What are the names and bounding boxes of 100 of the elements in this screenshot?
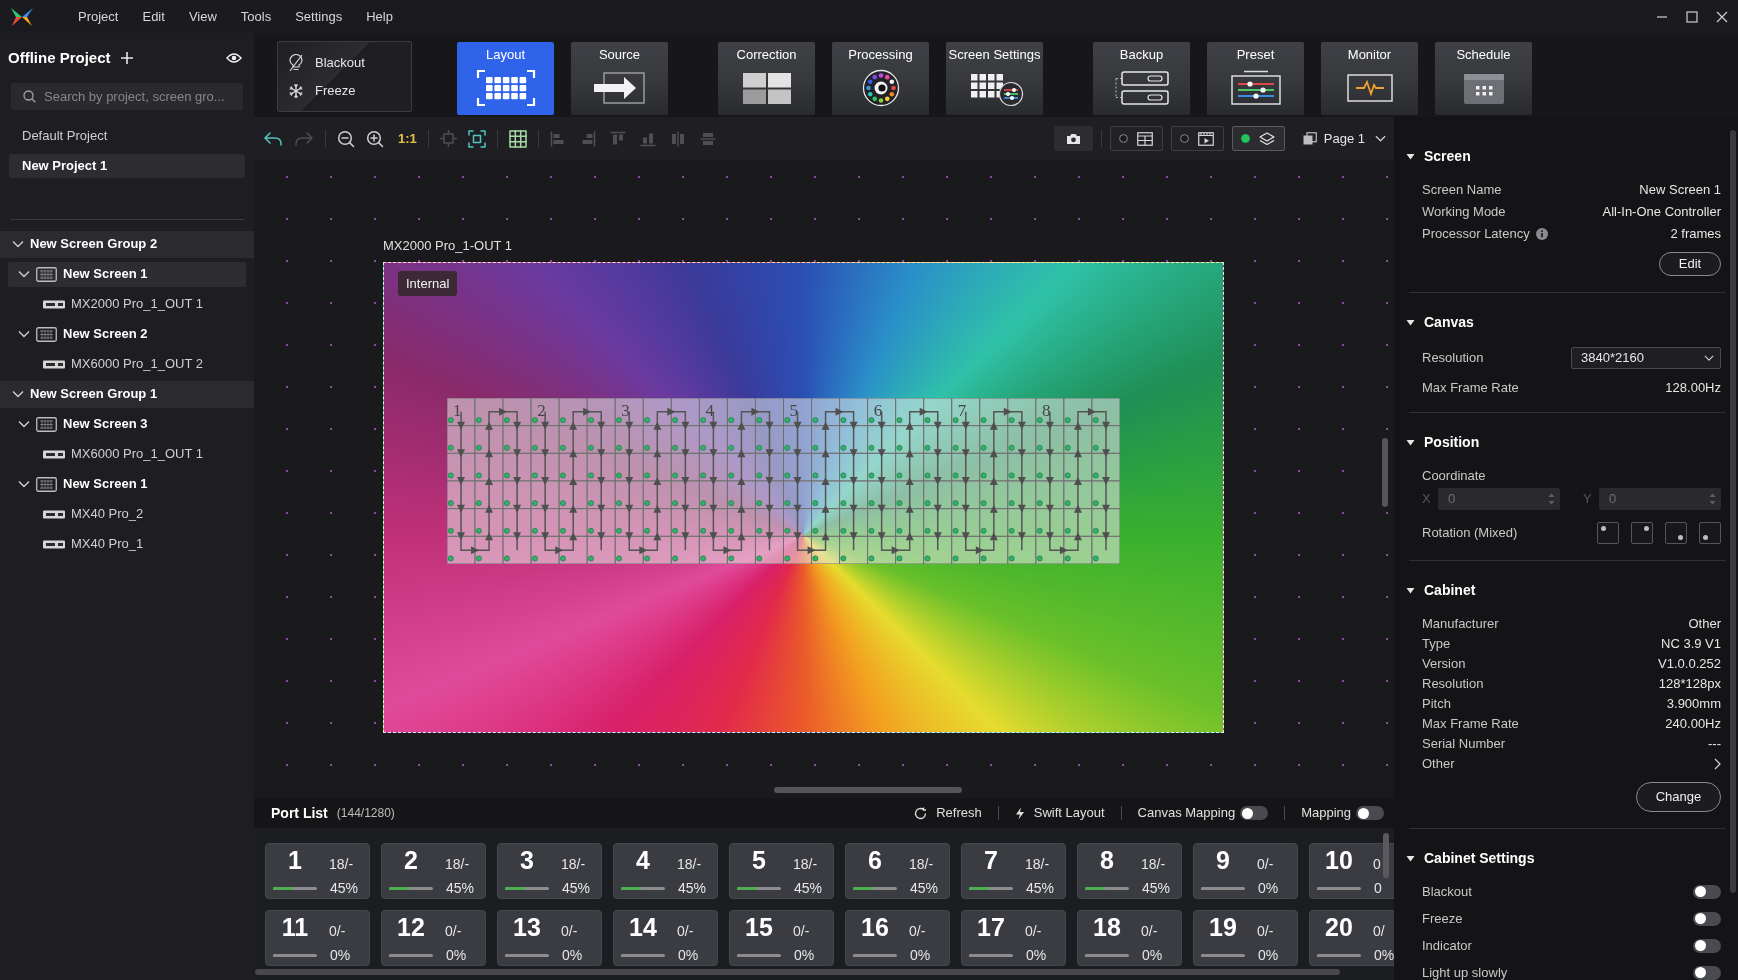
- toggle-switch[interactable]: [1356, 806, 1384, 820]
- module-tab[interactable]: Backup: [1093, 42, 1190, 115]
- maximize-icon[interactable]: [1686, 10, 1698, 23]
- module-tab[interactable]: Source: [571, 42, 668, 115]
- tree-group-item[interactable]: New Screen Group 1: [0, 380, 254, 408]
- actual-size-button[interactable]: 1:1: [398, 128, 417, 149]
- caret-icon[interactable]: [1406, 585, 1415, 595]
- tree-item[interactable]: MX40 Pro_2: [8, 501, 246, 527]
- chevron-down-icon[interactable]: [18, 328, 30, 340]
- toggle-switch[interactable]: [1693, 938, 1721, 953]
- menu-item[interactable]: Edit: [142, 6, 165, 27]
- rotation-option[interactable]: [1597, 522, 1619, 544]
- module-tab[interactable]: Processing: [832, 42, 929, 115]
- toggle-switch[interactable]: [1240, 806, 1269, 820]
- menu-item[interactable]: View: [188, 6, 217, 27]
- port-card[interactable]: 16 0/- 0%: [845, 910, 950, 966]
- menu-item[interactable]: Settings: [295, 6, 343, 27]
- quick-action-button[interactable]: Freeze: [288, 81, 411, 100]
- tree-item[interactable]: New Screen 1: [8, 261, 246, 287]
- module-tab[interactable]: Layout: [457, 42, 554, 115]
- module-tab[interactable]: Monitor: [1321, 42, 1418, 115]
- port-card[interactable]: 9 0/- 0%: [1193, 843, 1298, 899]
- port-card[interactable]: 14 0/- 0%: [613, 910, 718, 966]
- tree-item[interactable]: MX6000 Pro_1_OUT 2: [8, 351, 246, 377]
- port-card[interactable]: 3 18/- 45%: [497, 843, 602, 899]
- scrollbar-thumb[interactable]: [774, 787, 962, 793]
- project-item[interactable]: Default Project: [9, 124, 245, 148]
- zoom-out-icon[interactable]: [337, 129, 355, 148]
- project-item[interactable]: New Project 1: [9, 154, 245, 178]
- tree-item[interactable]: MX2000 Pro_1_OUT 1: [8, 291, 246, 317]
- toolbar-button[interactable]: Swift Layout: [1014, 803, 1105, 823]
- caret-icon[interactable]: [1406, 437, 1415, 447]
- rotation-option[interactable]: [1699, 522, 1721, 544]
- search-field[interactable]: Search by project, screen gro...: [11, 83, 243, 110]
- section-title: Screen: [1424, 146, 1471, 166]
- undo-icon[interactable]: [263, 130, 283, 147]
- camera-button[interactable]: [1053, 126, 1093, 151]
- scrollbar-thumb[interactable]: [1730, 130, 1736, 893]
- port-card[interactable]: 6 18/- 45%: [845, 843, 950, 899]
- port-card[interactable]: 8 18/- 45%: [1077, 843, 1182, 899]
- module-tab[interactable]: Screen Settings: [946, 42, 1043, 115]
- chevron-down-icon[interactable]: [12, 388, 24, 400]
- close-icon[interactable]: [1716, 10, 1728, 23]
- port-card[interactable]: 1 18/- 45%: [265, 843, 370, 899]
- scrollbar-thumb[interactable]: [255, 969, 1340, 975]
- port-card[interactable]: 17 0/- 0%: [961, 910, 1066, 966]
- tree-group-item[interactable]: New Screen Group 2: [0, 230, 254, 258]
- rotation-option[interactable]: [1631, 522, 1653, 544]
- rotation-option[interactable]: [1665, 522, 1687, 544]
- toggle-switch[interactable]: [1693, 965, 1721, 980]
- scrollbar-thumb[interactable]: [1383, 833, 1389, 878]
- port-card[interactable]: 11 0/- 0%: [265, 910, 370, 966]
- switch-label: Mapping: [1301, 804, 1351, 823]
- resolution-dropdown[interactable]: 3840*2160: [1571, 347, 1721, 369]
- zoom-in-icon[interactable]: [366, 129, 384, 148]
- menu-item[interactable]: Help: [366, 6, 393, 27]
- grid-icon[interactable]: [508, 129, 527, 148]
- view-toggle[interactable]: [1109, 126, 1163, 151]
- port-card[interactable]: 18 0/- 0%: [1077, 910, 1182, 966]
- port-card[interactable]: 10 0 0: [1309, 843, 1394, 899]
- chevron-down-icon[interactable]: [18, 478, 30, 490]
- chevron-down-icon[interactable]: [18, 418, 30, 430]
- plus-icon[interactable]: [119, 51, 134, 65]
- tree-item[interactable]: New Screen 1: [8, 471, 246, 497]
- view-toggle[interactable]: [1231, 126, 1285, 151]
- page-selector[interactable]: Page 1: [1302, 128, 1386, 149]
- caret-icon[interactable]: [1406, 317, 1415, 327]
- quick-action-button[interactable]: Blackout: [288, 53, 411, 72]
- port-card[interactable]: 13 0/- 0%: [497, 910, 602, 966]
- eye-icon[interactable]: [226, 52, 242, 64]
- port-card[interactable]: 20 0/ 0%: [1309, 910, 1394, 966]
- caret-icon[interactable]: [1406, 853, 1415, 863]
- menu-item[interactable]: Project: [78, 6, 119, 27]
- port-card[interactable]: 4 18/- 45%: [613, 843, 718, 899]
- tree-item[interactable]: New Screen 3: [8, 411, 246, 437]
- port-card[interactable]: 5 18/- 45%: [729, 843, 834, 899]
- module-tab[interactable]: Preset: [1207, 42, 1304, 115]
- view-toggle[interactable]: [1170, 126, 1224, 151]
- chevron-down-icon[interactable]: [18, 268, 30, 280]
- caret-icon[interactable]: [1406, 151, 1415, 161]
- tree-item[interactable]: MX6000 Pro_1_OUT 1: [8, 441, 246, 467]
- port-card[interactable]: 15 0/- 0%: [729, 910, 834, 966]
- scrollbar-thumb[interactable]: [1382, 438, 1388, 507]
- menu-item[interactable]: Tools: [240, 6, 272, 27]
- frame-icon[interactable]: [467, 129, 486, 148]
- toggle-switch[interactable]: [1693, 911, 1721, 926]
- cabinet-count: 18/-: [677, 856, 702, 872]
- module-tab[interactable]: Correction: [718, 42, 815, 115]
- chevron-down-icon[interactable]: [12, 238, 24, 250]
- tree-item[interactable]: MX40 Pro_1: [8, 531, 246, 557]
- toggle-switch[interactable]: [1693, 884, 1721, 899]
- tree-item[interactable]: New Screen 2: [8, 321, 246, 347]
- port-card[interactable]: 19 0/- 0%: [1193, 910, 1298, 966]
- edit-button[interactable]: Edit: [1659, 252, 1721, 276]
- port-card[interactable]: 7 18/- 45%: [961, 843, 1066, 899]
- toolbar-button[interactable]: Refresh: [914, 803, 982, 823]
- port-card[interactable]: 12 0/- 0%: [381, 910, 486, 966]
- port-card[interactable]: 2 18/- 45%: [381, 843, 486, 899]
- module-tab[interactable]: Schedule: [1435, 42, 1532, 115]
- change-button[interactable]: Change: [1636, 782, 1721, 812]
